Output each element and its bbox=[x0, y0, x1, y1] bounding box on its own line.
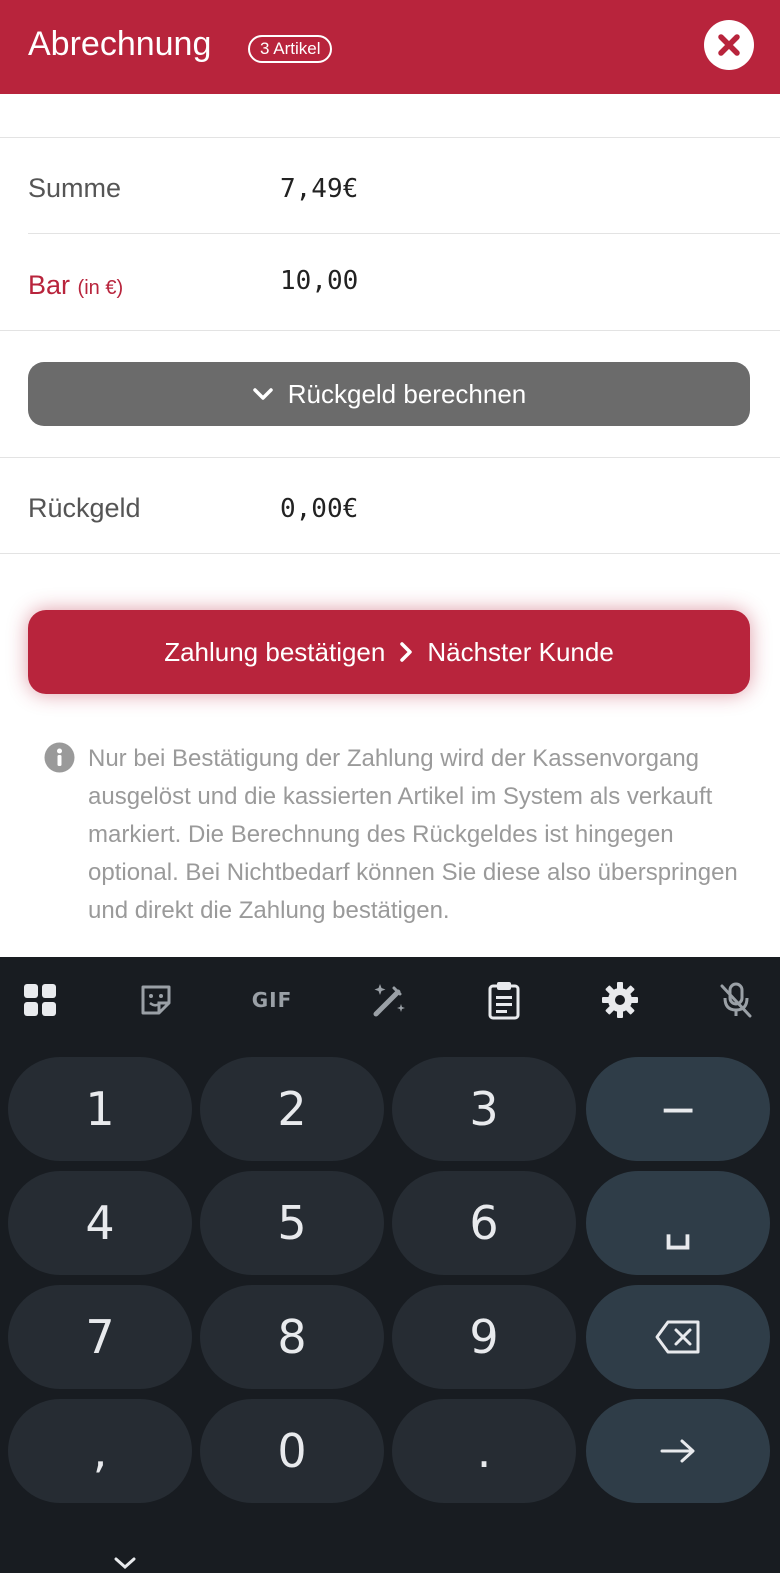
key-0[interactable]: 0 bbox=[200, 1399, 384, 1503]
key-1[interactable]: 1 bbox=[8, 1057, 192, 1161]
calculate-change-button[interactable]: Rückgeld berechnen bbox=[28, 362, 750, 426]
divider bbox=[0, 457, 780, 458]
chevron-right-icon bbox=[400, 642, 413, 662]
close-button[interactable] bbox=[704, 20, 754, 70]
divider bbox=[0, 137, 780, 138]
calculate-change-label: Rückgeld berechnen bbox=[287, 378, 527, 409]
sticker-icon[interactable] bbox=[134, 978, 178, 1022]
confirm-payment-button[interactable]: Zahlung bestätigen Nächster Kunde bbox=[28, 610, 750, 694]
key-9[interactable]: 9 bbox=[392, 1285, 576, 1389]
key-period[interactable]: . bbox=[392, 1399, 576, 1503]
cash-label: Bar (in €) bbox=[28, 268, 123, 305]
key-7[interactable]: 7 bbox=[8, 1285, 192, 1389]
sum-value: 7,49€ bbox=[280, 174, 359, 204]
arrow-right-icon bbox=[660, 1439, 695, 1463]
mic-off-icon[interactable] bbox=[714, 978, 758, 1022]
divider bbox=[0, 330, 780, 331]
key-6[interactable]: 6 bbox=[392, 1171, 576, 1275]
change-value: 0,00€ bbox=[280, 494, 359, 524]
key-minus[interactable]: − bbox=[586, 1057, 770, 1161]
item-count-badge: 3 Artikel bbox=[248, 35, 333, 63]
chevron-down-icon[interactable] bbox=[112, 1556, 138, 1570]
gif-label: GIF bbox=[251, 988, 293, 1012]
backspace-icon bbox=[655, 1320, 700, 1354]
key-backspace[interactable] bbox=[586, 1285, 770, 1389]
confirm-payment-label: Zahlung bestätigen bbox=[164, 636, 386, 667]
close-icon bbox=[718, 34, 740, 56]
key-3[interactable]: 3 bbox=[392, 1057, 576, 1161]
header-bar: Abrechnung 3 Artikel bbox=[0, 0, 780, 94]
key-8[interactable]: 8 bbox=[200, 1285, 384, 1389]
key-2[interactable]: 2 bbox=[200, 1057, 384, 1161]
gif-icon[interactable]: GIF bbox=[248, 978, 296, 1022]
cash-input[interactable]: 10,00 bbox=[280, 264, 358, 298]
apps-grid-icon[interactable] bbox=[18, 978, 62, 1022]
page-title: Abrechnung bbox=[28, 25, 212, 63]
info-note: Nur bei Bestätigung der Zahlung wird der… bbox=[88, 745, 738, 924]
magic-pen-icon[interactable] bbox=[366, 978, 410, 1022]
info-icon bbox=[44, 742, 75, 773]
divider bbox=[0, 553, 780, 554]
key-space[interactable]: ␣ bbox=[586, 1171, 770, 1275]
change-label: Rückgeld bbox=[28, 493, 141, 523]
key-4[interactable]: 4 bbox=[8, 1171, 192, 1275]
clipboard-icon[interactable] bbox=[482, 978, 526, 1022]
next-customer-label: Nächster Kunde bbox=[427, 636, 614, 667]
cash-label-text: Bar bbox=[28, 270, 71, 300]
chevron-down-icon bbox=[253, 388, 273, 400]
key-comma[interactable]: , bbox=[8, 1399, 192, 1503]
sum-label: Summe bbox=[28, 173, 122, 203]
key-enter[interactable] bbox=[586, 1399, 770, 1503]
key-5[interactable]: 5 bbox=[200, 1171, 384, 1275]
divider bbox=[28, 233, 780, 234]
settings-icon[interactable] bbox=[598, 978, 642, 1022]
cash-unit: (in €) bbox=[77, 277, 124, 299]
